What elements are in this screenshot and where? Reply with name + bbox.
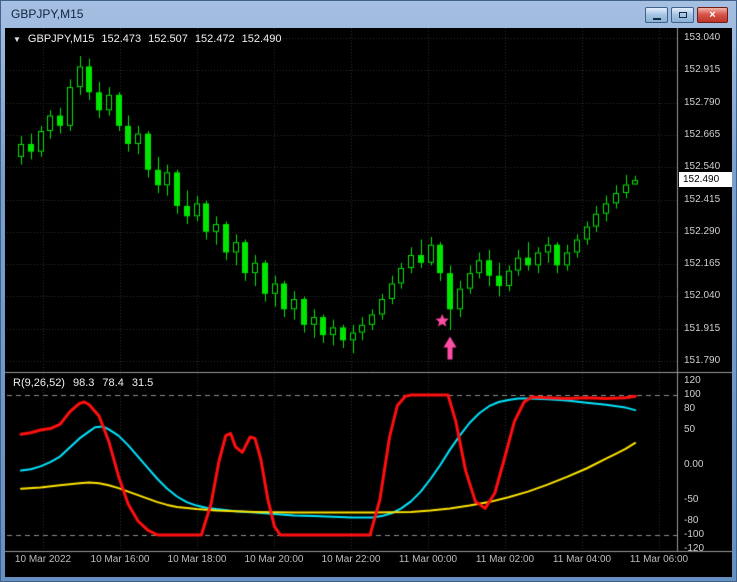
time-axis-label: 10 Mar 22:00: [321, 554, 381, 565]
time-axis-label: 11 Mar 00:00: [398, 554, 458, 565]
indicator-value-2: 78.4: [102, 377, 124, 389]
ohlc-close: 152.490: [241, 33, 282, 45]
price-tick-label: 152.415: [684, 194, 721, 205]
indicator-value-1: 98.3: [72, 377, 95, 389]
window-title: GBPJPY,M15: [11, 7, 84, 21]
time-axis-label: 10 Mar 16:00: [90, 554, 150, 565]
chart-client-area: ▼ GBPJPY,M15 152.473 152.507 152.472 152…: [5, 28, 732, 577]
price-tick-label: 152.165: [684, 258, 721, 269]
indicator-tick-label: 120: [684, 375, 701, 386]
close-icon: ×: [709, 9, 716, 21]
price-tick-label: 152.790: [684, 97, 721, 108]
price-tick-label: 151.790: [684, 355, 721, 366]
indicator-tick-label: 50: [684, 424, 696, 435]
close-button[interactable]: ×: [697, 7, 728, 23]
time-axis-label: 11 Mar 06:00: [629, 554, 689, 565]
chart-window: GBPJPY,M15 × ▼ GBPJPY,M15 152.473 152.50…: [0, 0, 737, 582]
chart-dropdown-icon: ▼: [13, 34, 21, 44]
indicator-value-3: 31.5: [131, 377, 154, 389]
time-axis-label: 10 Mar 20:00: [244, 554, 304, 565]
indicator-tick-label: 0.00: [684, 459, 704, 470]
minimize-icon: [652, 17, 661, 20]
ohlc-symbol: GBPJPY,M15: [27, 33, 95, 45]
time-axis-label: 11 Mar 02:00: [475, 554, 535, 565]
ohlc-readout: ▼ GBPJPY,M15 152.473 152.507 152.472 152…: [13, 33, 281, 45]
indicator-tick-label: -100: [684, 529, 705, 540]
current-price-tag: 152.490: [679, 172, 732, 187]
minimize-button[interactable]: [645, 7, 668, 23]
indicator-tick-label: -80: [684, 515, 699, 526]
window-titlebar[interactable]: GBPJPY,M15 ×: [0, 0, 737, 28]
price-tick-label: 152.040: [684, 290, 721, 301]
ohlc-open: 152.473: [101, 33, 142, 45]
price-tick-label: 152.915: [684, 64, 721, 75]
ohlc-low: 152.472: [194, 33, 235, 45]
indicator-name: R(9,26,52): [13, 377, 65, 389]
indicator-readout: R(9,26,52) 98.3 78.4 31.5: [13, 377, 153, 389]
price-tick-label: 152.665: [684, 129, 721, 140]
price-chart-canvas[interactable]: [5, 28, 732, 577]
window-controls: ×: [645, 7, 728, 23]
indicator-tick-label: -50: [684, 494, 699, 505]
maximize-icon: [678, 12, 687, 18]
price-tick-label: 151.915: [684, 323, 721, 334]
time-axis-label: 10 Mar 2022: [14, 554, 72, 565]
indicator-tick-label: 100: [684, 389, 701, 400]
price-tick-label: 153.040: [684, 32, 721, 43]
price-tick-label: 152.290: [684, 226, 721, 237]
maximize-button[interactable]: [671, 7, 694, 23]
indicator-tick-label: 80: [684, 403, 696, 414]
time-axis-label: 11 Mar 04:00: [552, 554, 612, 565]
ohlc-high: 152.507: [148, 33, 188, 45]
price-tick-label: 152.540: [684, 161, 721, 172]
time-axis-label: 10 Mar 18:00: [167, 554, 227, 565]
